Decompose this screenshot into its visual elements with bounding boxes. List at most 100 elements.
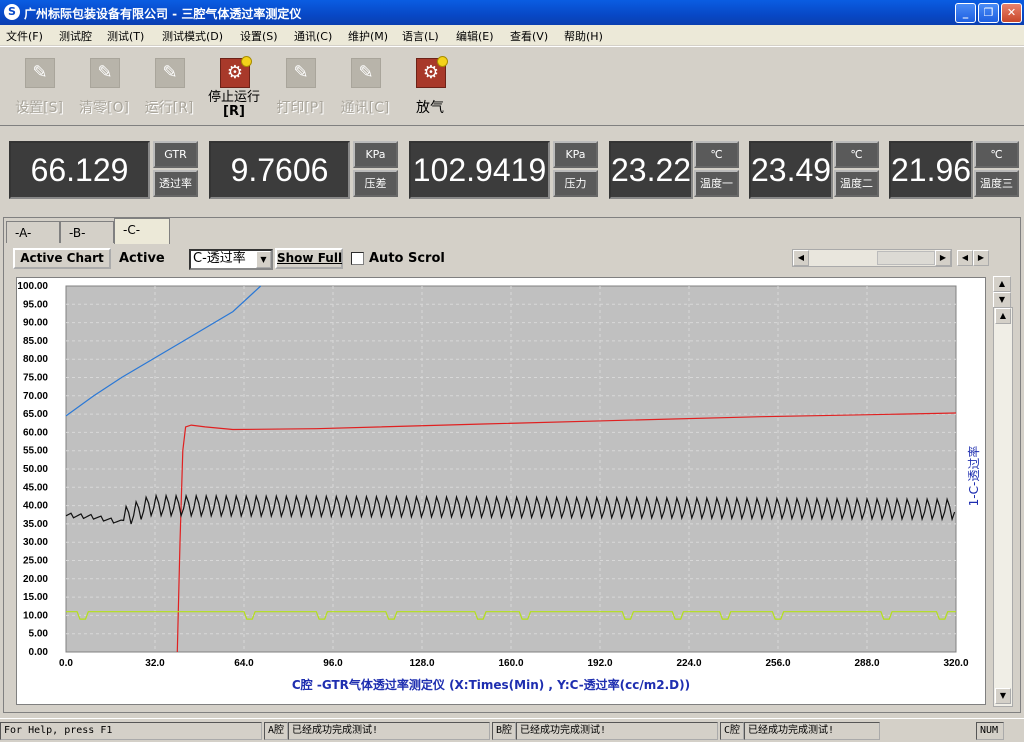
y-tick-label: 0.00 <box>29 647 49 658</box>
menu-test-chamber[interactable]: 测试腔 <box>59 28 92 44</box>
x-tick-label: 64.0 <box>234 658 254 669</box>
chart-frame: 0.00 5.00 10.00 15.00 20.00 25.00 30.00 35.00 40… <box>16 277 986 705</box>
x-tick-label: 256.0 <box>765 658 790 669</box>
minimize-button[interactable]: _ <box>955 3 976 23</box>
menu-settings[interactable]: 设置(S) <box>240 28 278 44</box>
y-tick-label: 20.00 <box>23 574 48 585</box>
y-tick-label: 15.00 <box>23 592 48 603</box>
temp2-value: 23.49 <box>749 141 833 199</box>
x-tick-label: 128.0 <box>409 658 434 669</box>
scroll-thumb[interactable] <box>877 251 935 265</box>
wrench-icon: ✎ <box>155 58 185 88</box>
page-left-icon[interactable]: ◀ <box>957 250 973 266</box>
settings-button[interactable]: ✎ 设置[S] <box>9 55 69 123</box>
series-select[interactable]: C-透过率 ▼ <box>189 249 273 270</box>
comm-button[interactable]: ✎ 通讯[C] <box>335 55 395 123</box>
menu-test[interactable]: 测试(T) <box>107 28 144 44</box>
scroll-down-icon[interactable]: ▼ <box>995 688 1011 704</box>
active-chart-button[interactable]: Active Chart <box>13 248 111 269</box>
vent-label: 放气 <box>416 100 444 116</box>
menu-maintenance[interactable]: 维护(M) <box>348 28 388 44</box>
stop-run-key: [R] <box>223 104 245 119</box>
y-tick-label: 45.00 <box>23 482 48 493</box>
menu-comm[interactable]: 通讯(C) <box>294 28 332 44</box>
x-tick-label: 224.0 <box>676 658 701 669</box>
window-title: 广州标际包装设备有限公司 - 三腔气体透过率测定仪 <box>24 7 302 21</box>
menu-file[interactable]: 文件(F) <box>6 28 43 44</box>
y-tick-label: 70.00 <box>23 391 48 402</box>
status-bar: For Help, press F1 A腔 已经成功完成测试! B腔 已经成功完… <box>0 718 1024 742</box>
comm-label: 通讯[C] <box>340 100 390 116</box>
tab-a[interactable]: -A- <box>6 221 60 243</box>
chart-tab-area: -A- -B- -C- Active Chart Active C-透过率 ▼ … <box>3 217 1021 713</box>
chamber-c-status: 已经成功完成测试! <box>744 722 880 740</box>
chart-title: C腔 -GTR气体透过率测定仪 (X:Times(Min) , Y:C-透过率(… <box>292 677 690 692</box>
gtr-value: 66.129 <box>9 141 150 199</box>
menu-help[interactable]: 帮助(H) <box>564 28 603 44</box>
restore-button[interactable]: ❐ <box>978 3 999 23</box>
right-axis-label: 1-C-透过率 <box>966 446 981 507</box>
temp1-unit: ℃ <box>694 141 739 168</box>
y-tick-label: 90.00 <box>23 318 48 329</box>
show-full-button[interactable]: Show Full <box>275 248 343 269</box>
wrench-icon: ✎ <box>286 58 316 88</box>
menu-language[interactable]: 语言(L) <box>402 28 439 44</box>
x-tick-label: 0.0 <box>59 658 73 669</box>
y-tick-label: 95.00 <box>23 299 48 310</box>
x-tick-label: 32.0 <box>145 658 165 669</box>
settings-label: 设置[S] <box>15 100 63 116</box>
active-label: Active <box>119 251 165 266</box>
close-button[interactable]: ✕ <box>1001 3 1022 23</box>
readout-panel: 66.129 GTR 透过率 9.7606 KPa 压差 102.9419 KP… <box>0 130 1024 208</box>
vertical-scrollbar[interactable]: ▲ ▼ <box>993 307 1013 707</box>
chart-control-bar: Active Chart Active C-透过率 ▼ Show Full Au… <box>13 248 1013 272</box>
run-button[interactable]: ✎ 运行[R] <box>139 55 199 123</box>
gear-icon: ⚙ <box>416 56 448 88</box>
vent-button[interactable]: ⚙ 放气 <box>400 55 460 123</box>
chevron-down-icon[interactable]: ▼ <box>256 251 271 268</box>
auto-scroll-label: Auto Scrol <box>369 251 445 266</box>
tab-b[interactable]: -B- <box>60 221 114 243</box>
horizontal-scrollbar[interactable]: ◀ ▶ <box>792 249 952 267</box>
gtr-name: 透过率 <box>153 170 198 197</box>
x-tick-label: 192.0 <box>587 658 612 669</box>
y-tick-label: 75.00 <box>23 373 48 384</box>
scroll-left-icon[interactable]: ◀ <box>793 250 809 266</box>
zero-button[interactable]: ✎ 清零[O] <box>74 55 134 123</box>
tab-c[interactable]: -C- <box>114 218 170 244</box>
pressure-unit: KPa <box>553 141 598 168</box>
y-tick-label: 100.00 <box>17 281 48 292</box>
chamber-c-label: C腔 <box>720 722 744 740</box>
zoom-up-icon[interactable]: ▲ <box>993 276 1011 292</box>
menu-edit[interactable]: 编辑(E) <box>456 28 494 44</box>
y-tick-label: 35.00 <box>23 519 48 530</box>
chamber-a-label: A腔 <box>264 722 288 740</box>
pressure-name: 压力 <box>553 170 598 197</box>
permeability-chart: 0.00 5.00 10.00 15.00 20.00 25.00 30.00 35.00 40… <box>17 281 981 692</box>
y-tick-label: 60.00 <box>23 427 48 438</box>
x-tick-label: 288.0 <box>854 658 879 669</box>
auto-scroll-checkbox[interactable] <box>351 252 364 265</box>
page-right-icon[interactable]: ▶ <box>973 250 989 266</box>
menu-test-mode[interactable]: 测试模式(D) <box>162 28 223 44</box>
stop-run-button[interactable]: ⚙ 停止运行 [R] <box>204 55 264 123</box>
title-bar: S 广州标际包装设备有限公司 - 三腔气体透过率测定仪 _ ❐ ✕ <box>0 0 1024 25</box>
y-tick-label: 25.00 <box>23 556 48 567</box>
temp3-unit: ℃ <box>974 141 1019 168</box>
temp3-value: 21.96 <box>889 141 973 199</box>
scroll-right-icon[interactable]: ▶ <box>935 250 951 266</box>
menu-view[interactable]: 查看(V) <box>510 28 548 44</box>
help-status: For Help, press F1 <box>0 722 262 740</box>
x-tick-label: 160.0 <box>498 658 523 669</box>
zero-label: 清零[O] <box>79 100 129 116</box>
menu-bar: 文件(F) 测试腔 测试(T) 测试模式(D) 设置(S) 通讯(C) 维护(M… <box>0 25 1024 45</box>
y-tick-label: 65.00 <box>23 409 48 420</box>
zoom-down-icon[interactable]: ▼ <box>993 292 1011 308</box>
y-tick-label: 5.00 <box>29 629 49 640</box>
toolbar: ✎ 设置[S] ✎ 清零[O] ✎ 运行[R] ⚙ 停止运行 [R] ✎ 打印[… <box>0 46 1024 126</box>
y-tick-label: 10.00 <box>23 610 48 621</box>
print-button[interactable]: ✎ 打印[P] <box>270 55 330 123</box>
x-tick-label: 96.0 <box>323 658 343 669</box>
pressure-value: 102.9419 <box>409 141 550 199</box>
scroll-up-icon[interactable]: ▲ <box>995 308 1011 324</box>
